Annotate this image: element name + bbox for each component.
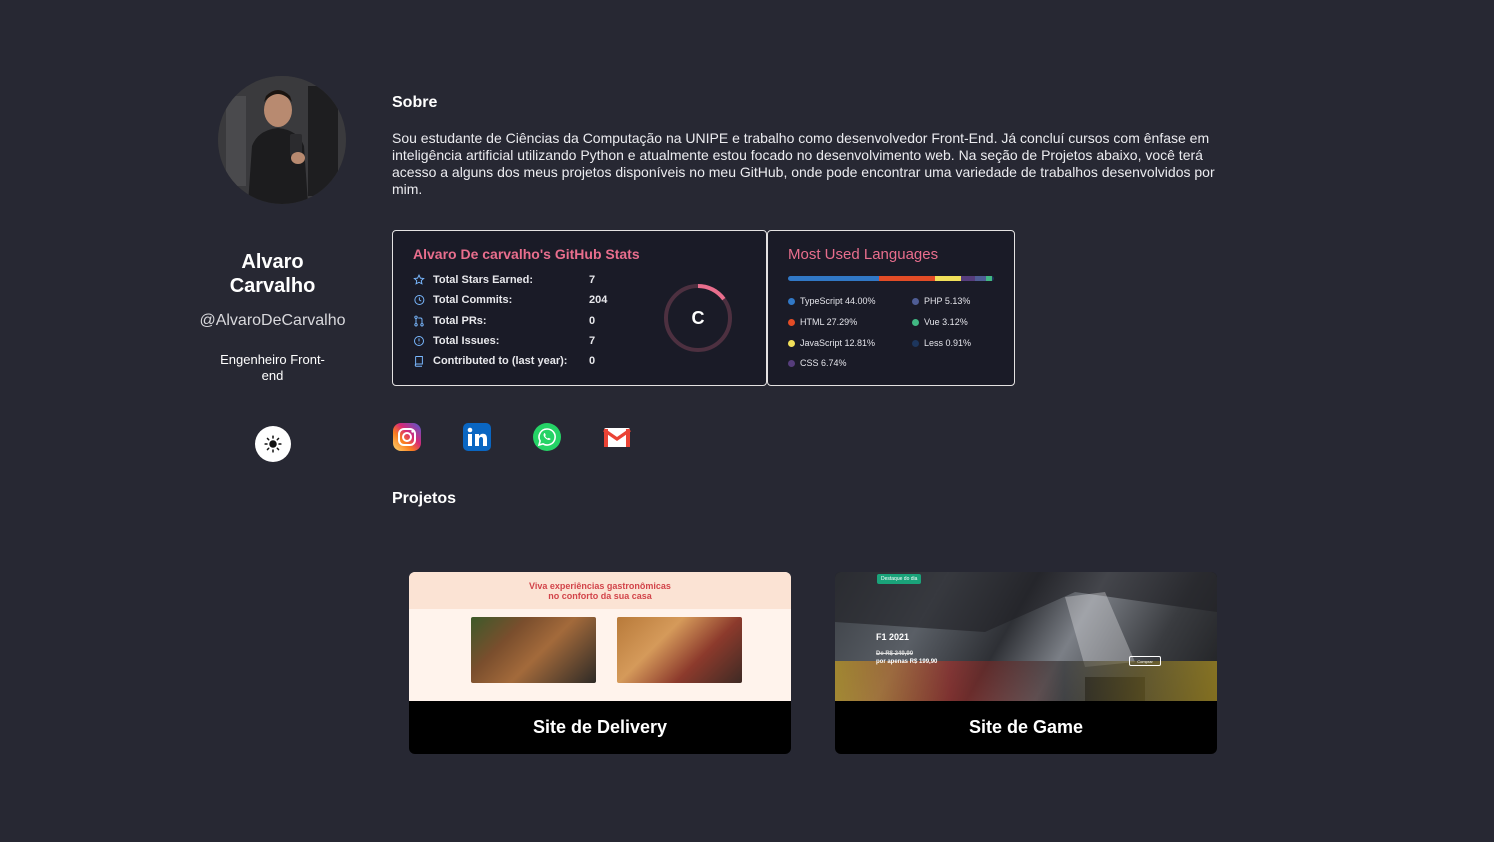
project-caption: Site de Game bbox=[968, 717, 1084, 737]
profile-sidebar: Alvaro Carvalho @AlvaroDeCarvalho Engenh… bbox=[199, 76, 346, 462]
stat-row: Total Commits: 204 bbox=[413, 293, 607, 306]
stat-label: Total Commits: bbox=[433, 293, 513, 306]
project-caption: Site de Delivery bbox=[532, 717, 668, 737]
language-dot bbox=[912, 297, 919, 305]
delivery-hero: Viva experiências gastronômicas no confo… bbox=[409, 572, 791, 609]
restaurant-image bbox=[617, 617, 742, 683]
language-item: Less 0.91% bbox=[912, 338, 971, 348]
stat-row: Contributed to (last year): 0 bbox=[413, 354, 595, 367]
language-item: CSS 6.74% bbox=[788, 358, 847, 368]
project-card-game[interactable]: Destaque do dia F1 2021 De R$ 249,90 por… bbox=[835, 572, 1217, 754]
projects-title: Projetos bbox=[392, 490, 457, 507]
language-bar-segment bbox=[878, 276, 935, 281]
game-title: F1 2021 bbox=[876, 632, 910, 642]
language-bar-segment bbox=[788, 276, 879, 281]
language-dot bbox=[912, 318, 919, 326]
stat-row: Total Issues: 7 bbox=[413, 334, 595, 347]
history-icon bbox=[413, 293, 426, 306]
stat-row: Total Stars Earned: 7 bbox=[413, 273, 595, 286]
languages-title: Most Used Languages bbox=[788, 246, 939, 263]
language-bar-segment bbox=[961, 276, 976, 281]
project-thumbnail: Viva experiências gastronômicas no confo… bbox=[409, 572, 791, 701]
project-thumbnail: Destaque do dia F1 2021 De R$ 249,90 por… bbox=[835, 572, 1217, 701]
delivery-subheadline: no conforto da sua casa bbox=[548, 590, 652, 601]
language-dot bbox=[912, 339, 919, 347]
delivery-headline: Viva experiências gastronômicas bbox=[529, 580, 671, 591]
language-dot bbox=[788, 318, 795, 326]
language-dot bbox=[788, 359, 795, 367]
stat-value: 204 bbox=[589, 293, 608, 306]
language-dot bbox=[788, 297, 795, 305]
star-icon bbox=[413, 273, 426, 286]
game-old-price: De R$ 249,90 bbox=[876, 651, 914, 657]
language-item: HTML 27.29% bbox=[788, 317, 857, 327]
profile-handle: @AlvaroDeCarvalho bbox=[199, 312, 346, 329]
avatar bbox=[217, 76, 346, 204]
language-label: Vue 3.12% bbox=[924, 317, 968, 327]
language-label: Less 0.91% bbox=[924, 338, 972, 348]
language-item: Vue 3.12% bbox=[912, 317, 968, 327]
restaurant-image bbox=[471, 617, 596, 683]
language-bar-segment bbox=[975, 276, 986, 281]
stat-row: Total PRs: 0 bbox=[413, 314, 595, 327]
language-item: JavaScript 12.81% bbox=[788, 338, 875, 348]
stat-label: Total Issues: bbox=[433, 334, 500, 347]
stat-label: Total PRs: bbox=[433, 314, 487, 327]
language-label: CSS 6.74% bbox=[800, 358, 847, 368]
language-dot bbox=[788, 339, 795, 347]
repo-icon bbox=[413, 354, 426, 367]
project-card-delivery[interactable]: Viva experiências gastronômicas no confo… bbox=[409, 572, 791, 754]
language-item: TypeScript 44.00% bbox=[788, 296, 876, 306]
instagram-icon[interactable] bbox=[392, 422, 422, 452]
github-stats-card: Alvaro De carvalho's GitHub Stats Total … bbox=[392, 230, 767, 386]
stat-value: 0 bbox=[589, 314, 596, 327]
stat-label: Contributed to (last year): bbox=[433, 354, 568, 367]
language-bar-segment bbox=[992, 276, 994, 281]
stat-value: 0 bbox=[589, 354, 596, 367]
profile-name: Alvaro Carvalho bbox=[229, 251, 316, 297]
pull-request-icon bbox=[413, 314, 426, 327]
social-links bbox=[392, 422, 1242, 452]
languages-card: Most Used Languages TypeScript 44.00% HT… bbox=[767, 230, 1015, 386]
gmail-icon[interactable] bbox=[602, 422, 632, 452]
deal-badge: Destaque do dia bbox=[877, 574, 922, 584]
dhl-banner bbox=[835, 661, 1217, 701]
github-stats-title: Alvaro De carvalho's GitHub Stats bbox=[413, 246, 640, 262]
profile-role: Engenheiro Front-end bbox=[220, 352, 325, 383]
game-new-price: por apenas R$ 199,90 bbox=[876, 659, 938, 665]
language-label: JavaScript 12.81% bbox=[800, 338, 876, 348]
buy-button[interactable]: Comprar bbox=[1129, 656, 1161, 666]
language-label: HTML 27.29% bbox=[800, 317, 858, 327]
languages-bar bbox=[788, 276, 994, 281]
language-bar-segment bbox=[934, 276, 962, 281]
stat-value: 7 bbox=[589, 334, 596, 347]
avatar-photo bbox=[217, 76, 346, 204]
about-text: Sou estudante de Ciências da Computação … bbox=[392, 130, 1215, 197]
language-label: TypeScript 44.00% bbox=[800, 296, 876, 306]
linkedin-icon[interactable] bbox=[462, 422, 492, 452]
game-price: De R$ 249,90 por apenas R$ 199,90 bbox=[876, 650, 937, 666]
language-label: PHP 5.13% bbox=[924, 296, 971, 306]
theme-toggle-button[interactable] bbox=[254, 426, 291, 462]
language-item: PHP 5.13% bbox=[912, 296, 970, 306]
whatsapp-icon[interactable] bbox=[532, 422, 562, 452]
stat-value: 7 bbox=[589, 273, 596, 286]
main-content: Sobre Sou estudante de Ciências da Compu… bbox=[392, 94, 1242, 508]
issue-icon bbox=[413, 334, 426, 347]
sun-icon bbox=[263, 435, 282, 453]
stat-label: Total Stars Earned: bbox=[433, 273, 534, 286]
github-cards: Alvaro De carvalho's GitHub Stats Total … bbox=[392, 230, 1242, 386]
grade-label: C bbox=[691, 307, 705, 328]
about-title: Sobre bbox=[392, 94, 438, 111]
